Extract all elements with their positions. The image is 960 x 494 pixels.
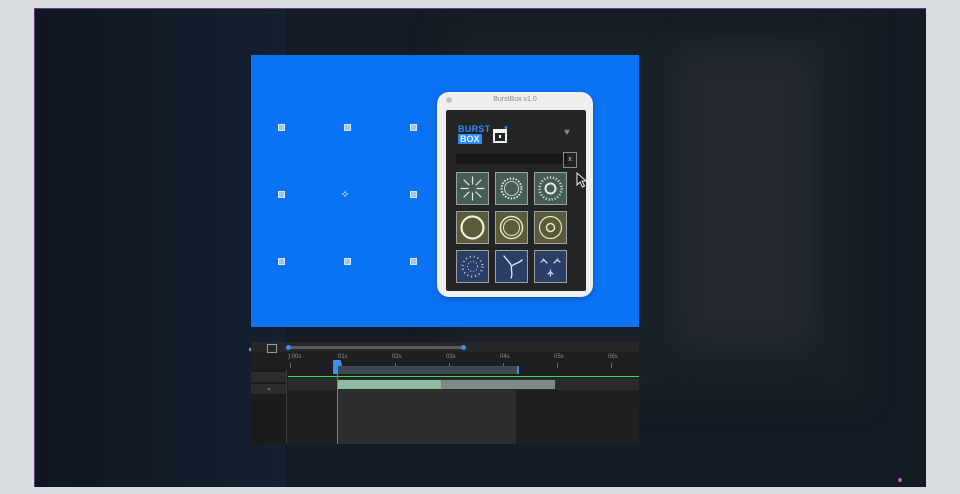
transform-handle[interactable]	[278, 191, 285, 198]
small-ring-icon	[538, 215, 563, 240]
corner-indicator	[898, 478, 902, 482]
layer-row[interactable]	[251, 372, 286, 382]
search-input[interactable]	[456, 154, 567, 164]
mouse-cursor-icon	[576, 172, 588, 188]
transform-handle[interactable]	[410, 258, 417, 265]
transform-handle[interactable]	[278, 124, 285, 131]
tick-label: 03s	[446, 354, 456, 360]
box-icon	[493, 126, 508, 143]
window-title: BurstBox v1.0	[493, 96, 537, 103]
spark-tri-icon	[540, 258, 561, 277]
transform-handle[interactable]	[410, 124, 417, 131]
clear-button[interactable]: x	[563, 152, 577, 168]
timeline-panel: ◐ ):00s 01s 02s 03s 04s 05s 06s ⌄	[248, 342, 639, 444]
burst-lines-icon	[460, 176, 485, 201]
layer-duration-bar-selected[interactable]	[338, 380, 441, 389]
render-bar	[288, 376, 639, 377]
tick-label: ):00s	[288, 354, 302, 360]
track-area	[338, 390, 516, 444]
time-navigator-end[interactable]	[461, 345, 466, 350]
tick-label: 05s	[554, 354, 564, 360]
preset-solid-ring[interactable]	[456, 211, 489, 244]
burstbox-window: BurstBox v1.0 BURST BOX ♥ x	[437, 92, 593, 297]
preset-swirl-tri[interactable]	[495, 250, 528, 283]
chevron-down-icon[interactable]: ⌄	[266, 384, 272, 392]
tick-label: 02s	[392, 354, 402, 360]
solid-ring-icon	[460, 215, 485, 240]
preset-radial-dashes[interactable]	[456, 250, 489, 283]
preset-ring-dotted[interactable]	[495, 172, 528, 205]
time-navigator[interactable]	[288, 346, 463, 349]
transform-handle[interactable]	[344, 258, 351, 265]
double-ring-icon	[499, 215, 524, 240]
playhead-handle[interactable]	[333, 360, 341, 366]
logo-line1: BURST	[458, 124, 491, 134]
tick-label: 04s	[500, 354, 510, 360]
heart-icon[interactable]: ♥	[564, 127, 574, 138]
preset-spiral-burst[interactable]	[534, 172, 567, 205]
background-left	[35, 9, 285, 487]
burstbox-panel: BURST BOX ♥ x	[446, 110, 586, 291]
graph-editor-icon[interactable]	[267, 344, 277, 353]
radial-dashes-icon	[461, 255, 484, 278]
tick-label: 06s	[608, 354, 618, 360]
motion-blur-icon[interactable]: ◐	[248, 344, 253, 354]
dotted-ring-icon	[500, 177, 523, 200]
playhead[interactable]	[337, 364, 338, 444]
swirl-tri-icon	[503, 255, 523, 279]
preset-burst-lines[interactable]	[456, 172, 489, 205]
layer-list: ⌄	[251, 370, 287, 444]
timeline-toolbar: ◐	[248, 342, 639, 354]
preset-spark-tri[interactable]	[534, 250, 567, 283]
blurred-background-2	[675, 49, 815, 349]
spiral-burst-icon	[538, 176, 563, 201]
preset-double-ring[interactable]	[495, 211, 528, 244]
transform-handle[interactable]	[410, 191, 417, 198]
logo-line2: BOX	[458, 134, 482, 144]
preset-small-ring[interactable]	[534, 211, 567, 244]
time-navigator-start[interactable]	[286, 345, 291, 350]
anchor-point-icon[interactable]: ✧	[340, 190, 350, 201]
burstbox-logo: BURST BOX	[458, 124, 514, 148]
work-area-end-handle[interactable]	[517, 366, 519, 374]
transform-handle[interactable]	[278, 258, 285, 265]
work-area-bar[interactable]	[333, 366, 518, 374]
transform-handle[interactable]	[344, 124, 351, 131]
